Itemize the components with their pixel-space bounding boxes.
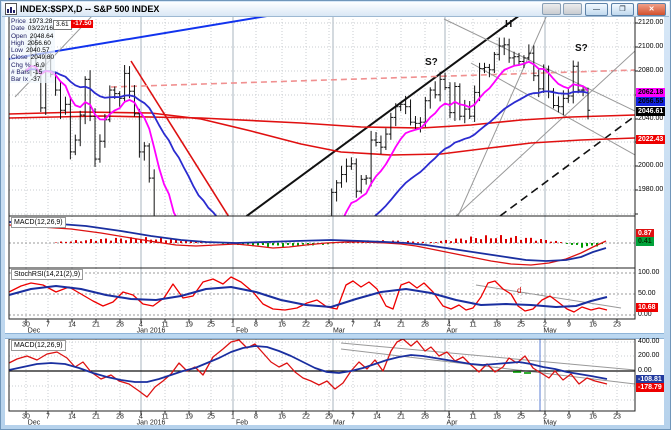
time-tick-label: 21	[92, 322, 100, 329]
macd1-pane-label: MACD(12,26,9)	[11, 217, 66, 228]
time-tick-label: 8	[254, 414, 258, 421]
month-label: Jan 2016	[137, 420, 166, 427]
price-axis-badge: 2046.61	[636, 107, 665, 116]
quote-panel: Price1973.28Date03/22/16Open2048.64High2…	[10, 18, 55, 83]
time-tick-label: 11	[469, 322, 476, 329]
time-tick-label: 11	[469, 414, 476, 421]
time-tick-label: 14	[373, 414, 381, 421]
month-label: Mar	[333, 420, 346, 427]
price-axis-badge: 2062.18	[636, 88, 665, 97]
time-tick-label: 14	[68, 414, 76, 421]
maximize-button[interactable]: ❐	[611, 3, 634, 16]
time-tick-label: 22	[302, 322, 310, 329]
time-tick-label: 18	[493, 322, 501, 329]
time-tick-label: 16	[278, 414, 286, 421]
macd2-axis-label: 400.00	[638, 338, 659, 346]
annotation-S?: S?	[575, 43, 588, 54]
time-tick-label: 28	[421, 414, 429, 421]
time-tick-label: 29	[325, 414, 333, 421]
quote-row: Open2048.64	[11, 33, 54, 40]
quote-row: Low2040.57	[11, 47, 54, 54]
time-tick-label: 14	[68, 322, 76, 329]
price-axis-label: 2040.00	[638, 115, 663, 123]
time-tick-label: 16	[589, 414, 597, 421]
time-tick-label: 9	[567, 322, 571, 329]
time-tick-label: 19	[185, 322, 193, 329]
time-tick-label: 16	[589, 322, 597, 329]
macd2-axis-label: 200.00	[638, 352, 659, 360]
stoch-value-badge: 10.68	[636, 303, 658, 312]
minimize-button[interactable]: —	[585, 3, 608, 16]
time-tick-label: 23	[613, 414, 621, 421]
chart-window: INDEX:$SPX,D -- S&P 500 INDEX — ❐ ✕ 3030…	[0, 0, 671, 430]
stochrsi-pane-label: StochRSI(14,21(2),9)	[11, 269, 83, 280]
time-tick-label: 28	[116, 414, 124, 421]
stoch-axis-label: 100.00	[638, 269, 659, 277]
panel-separator-band	[5, 333, 664, 339]
time-tick-label: 28	[421, 322, 429, 329]
change-box-badge: -17.50	[71, 20, 93, 28]
time-tick-label: 28	[116, 322, 124, 329]
price-axis-label: 2100.00	[638, 43, 663, 51]
time-tick-label: 1	[231, 322, 235, 329]
quote-row: Chg %-6.9	[11, 62, 54, 69]
time-tick-label: 25	[207, 414, 215, 421]
annotation-d: d	[517, 286, 521, 295]
macd2-pane-label: MACD(12,26,9)	[11, 340, 66, 351]
quote-row: # Bars-15	[11, 69, 54, 76]
window-title: INDEX:$SPX,D -- S&P 500 INDEX	[20, 4, 159, 14]
time-tick-label: 18	[493, 414, 501, 421]
quote-row: Price1973.28	[11, 18, 54, 25]
price-pane	[9, 15, 635, 376]
stoch-axis-label: 50.00	[638, 290, 656, 298]
time-tick-label: 7	[46, 322, 50, 329]
month-label: Dec	[28, 420, 41, 427]
time-tick-label: 9	[567, 414, 571, 421]
quote-row: Bar Ix-37	[11, 76, 54, 83]
macd1-value-badge: 0.41	[636, 237, 654, 246]
macd2-value-badge: -178.79	[636, 383, 664, 392]
time-tick-label: 25	[207, 322, 215, 329]
time-tick-label: 25	[517, 322, 525, 329]
month-label: Apr	[447, 420, 459, 427]
time-tick-label: 8	[254, 322, 258, 329]
price-axis-badge: 2056.55	[636, 97, 665, 106]
annotation-H: H	[505, 19, 512, 30]
price-axis-label: 2120.00	[638, 19, 663, 27]
time-tick-label: 7	[351, 414, 355, 421]
toolbar-button-1[interactable]	[542, 3, 561, 15]
time-tick-label: 23	[613, 322, 621, 329]
price-axis-label: 2000.00	[638, 162, 663, 170]
toolbar-button-2[interactable]	[563, 3, 582, 15]
quote-row: Close2049.80	[11, 54, 54, 61]
time-tick-label: 14	[373, 322, 381, 329]
titlebar: INDEX:$SPX,D -- S&P 500 INDEX — ❐ ✕	[2, 2, 669, 17]
close-button[interactable]: ✕	[637, 3, 666, 16]
annotation-S?: S?	[425, 57, 438, 68]
quote-row: Date03/22/16	[11, 25, 54, 32]
app-chart-icon	[5, 3, 17, 15]
time-tick-label: 21	[397, 414, 405, 421]
time-tick-label: 7	[46, 414, 50, 421]
price-axis-label: 1980.00	[638, 186, 663, 194]
month-label: May	[543, 420, 557, 427]
price-axis-badge: 2022.43	[636, 135, 665, 144]
time-tick-label: 21	[92, 414, 100, 421]
month-label: Feb	[236, 420, 248, 427]
time-tick-label: 16	[278, 322, 286, 329]
time-tick-label: 22	[302, 414, 310, 421]
time-tick-label: 1	[231, 414, 235, 421]
time-tick-label: 7	[351, 322, 355, 329]
chart-plot[interactable]: 3030771414212128284411111919252511881616…	[1, 1, 671, 430]
quote-row: High2056.60	[11, 40, 54, 47]
time-tick-label: 21	[397, 322, 405, 329]
price-axis-label: 2080.00	[638, 67, 663, 75]
time-tick-label: 25	[517, 414, 525, 421]
time-tick-label: 19	[185, 414, 193, 421]
value-box-badge: 3.61	[53, 20, 72, 30]
stoch-axis-label: 0.00	[638, 311, 652, 319]
time-tick-label: 29	[325, 322, 333, 329]
